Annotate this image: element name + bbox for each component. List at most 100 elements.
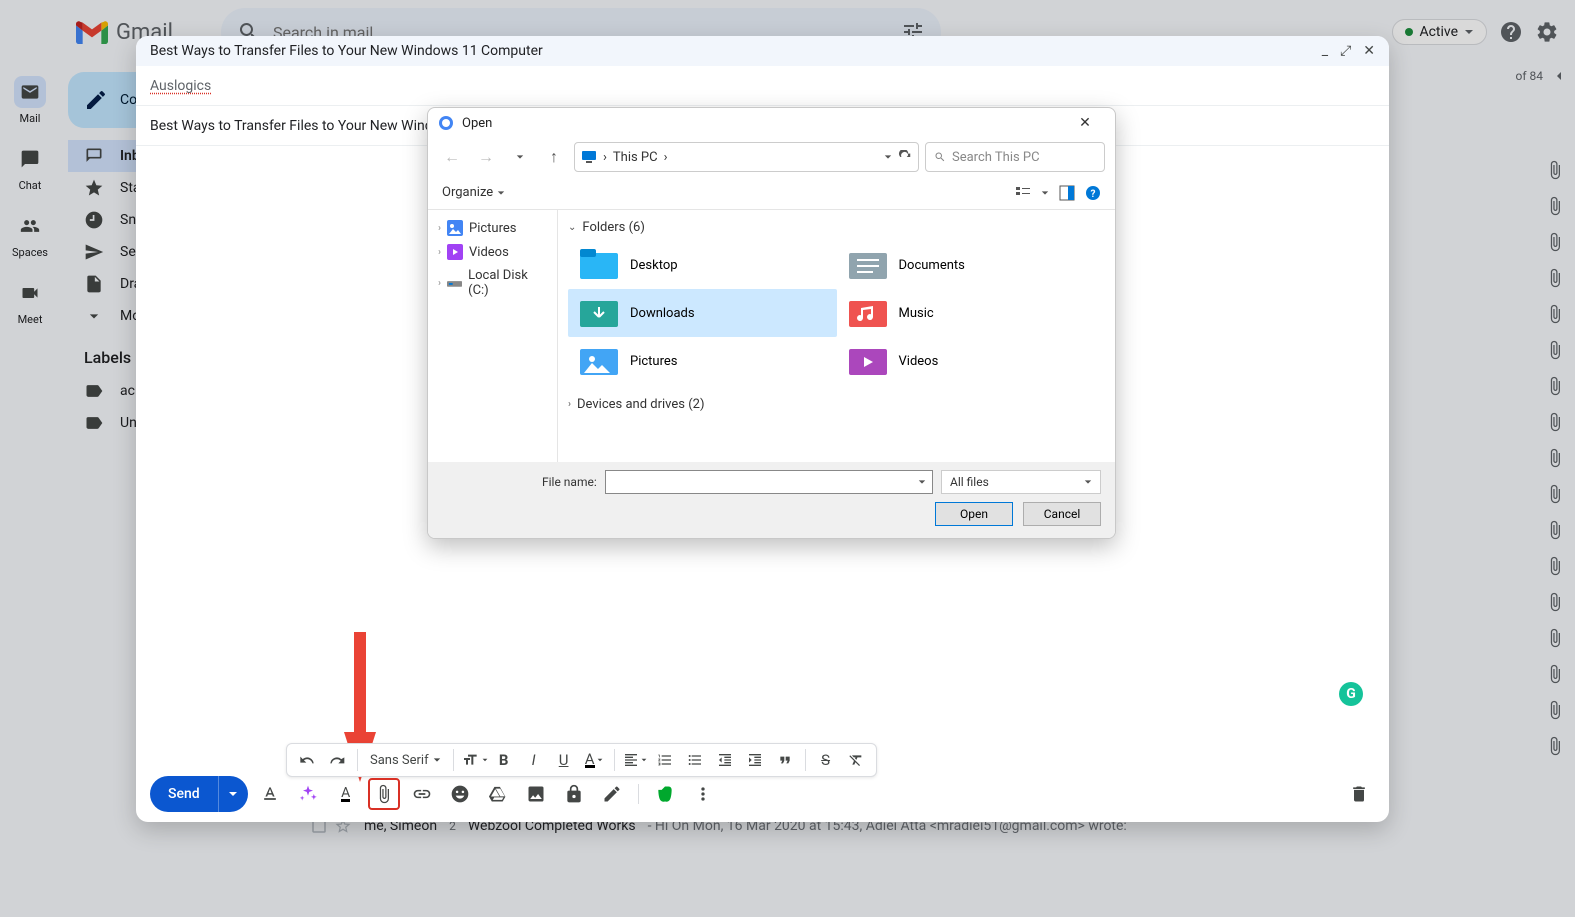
confidential-mode-button[interactable] [558, 778, 590, 810]
cancel-button[interactable]: Cancel [1023, 502, 1101, 526]
address-bar[interactable]: › This PC › [574, 142, 919, 172]
clock-icon [84, 210, 104, 230]
italic-button[interactable]: I [520, 746, 548, 774]
attach-file-button[interactable] [368, 778, 400, 810]
filename-input[interactable] [605, 470, 933, 494]
insert-emoji-button[interactable] [444, 778, 476, 810]
grammarly-icon[interactable]: G [1339, 682, 1363, 706]
bold-button[interactable]: B [490, 746, 518, 774]
recipient-chip[interactable]: Auslogics [150, 78, 211, 94]
redo-button[interactable] [323, 746, 351, 774]
text-color-button[interactable]: A [580, 746, 608, 774]
nav-up-button[interactable]: ↑ [540, 143, 568, 171]
folder-pictures[interactable]: Pictures [568, 337, 837, 385]
text-color-action-button[interactable]: A [330, 778, 362, 810]
strikethrough-button[interactable]: S [812, 746, 840, 774]
nav-forward-button[interactable]: → [472, 143, 500, 171]
folder-videos[interactable]: Videos [837, 337, 1106, 385]
formatting-toggle-button[interactable] [254, 778, 286, 810]
dialog-search[interactable]: Search This PC [925, 142, 1105, 172]
close-icon[interactable]: ✕ [1363, 43, 1375, 59]
nav-recent-button[interactable] [506, 143, 534, 171]
insert-link-button[interactable] [406, 778, 438, 810]
underline-button[interactable]: U [550, 746, 578, 774]
tree-item-videos[interactable]: ›Videos [428, 240, 557, 264]
dialog-nav: ← → ↑ › This PC › Search This PC [428, 138, 1115, 176]
filetype-select[interactable]: All files [941, 470, 1101, 494]
tree-item-pictures[interactable]: ›Pictures [428, 216, 557, 240]
videos-icon [447, 244, 463, 260]
attachment-icon [1545, 484, 1565, 504]
attachment-icon [1545, 304, 1565, 324]
open-button[interactable]: Open [935, 502, 1013, 526]
organize-menu[interactable]: Organize [442, 185, 505, 200]
chevron-left-icon[interactable] [1551, 68, 1567, 84]
chevron-down-icon[interactable] [884, 153, 892, 161]
nav-back-button[interactable]: ← [438, 143, 466, 171]
folder-downloads[interactable]: Downloads [568, 289, 837, 337]
attachment-icon [1545, 664, 1565, 684]
font-select[interactable]: Sans Serif [364, 746, 447, 774]
ai-suggest-button[interactable] [292, 778, 324, 810]
folder-music[interactable]: Music [837, 289, 1106, 337]
discard-draft-button[interactable] [1343, 778, 1375, 810]
meet-icon [20, 283, 40, 303]
expand-icon[interactable]: ⤢ [1340, 43, 1351, 59]
chevron-down-icon[interactable] [918, 478, 926, 486]
group-devices[interactable]: ›Devices and drives (2) [568, 397, 1105, 412]
dialog-bottom: File name: All files Open Cancel [428, 462, 1115, 538]
documents-folder-icon [847, 247, 889, 283]
attachment-icon [1545, 340, 1565, 360]
bulleted-list-button[interactable] [681, 746, 709, 774]
sidebar-label1-text: ac [120, 383, 135, 399]
insert-signature-button[interactable] [596, 778, 628, 810]
chat-icon [20, 149, 40, 169]
minimize-icon[interactable]: _ [1322, 43, 1328, 59]
folder-documents[interactable]: Documents [837, 241, 1106, 289]
sent-icon [84, 242, 104, 262]
dialog-titlebar[interactable]: Open ✕ [428, 108, 1115, 138]
more-options-button[interactable] [687, 778, 719, 810]
preview-pane-icon[interactable] [1059, 185, 1075, 201]
dialog-close-button[interactable]: ✕ [1065, 109, 1105, 137]
undo-button[interactable] [293, 746, 321, 774]
drive-icon [447, 275, 462, 291]
tree-item-localdisk[interactable]: ›Local Disk (C:) [428, 264, 557, 302]
star-icon [84, 178, 104, 198]
group-folders[interactable]: ⌄Folders (6) [568, 220, 1105, 235]
pc-icon [581, 149, 597, 165]
evernote-button[interactable] [649, 778, 681, 810]
paginator-text: of 84 [1516, 69, 1543, 83]
settings-icon[interactable] [1535, 20, 1559, 44]
compose-to-field[interactable]: Auslogics [136, 66, 1389, 106]
indent-more-button[interactable] [741, 746, 769, 774]
font-size-button[interactable] [460, 746, 488, 774]
header-right: Active [1392, 19, 1559, 45]
breadcrumb-item[interactable]: This PC [613, 150, 658, 165]
search-icon [934, 151, 946, 163]
file-open-dialog: Open ✕ ← → ↑ › This PC › Search This PC … [427, 107, 1116, 539]
align-button[interactable] [621, 746, 649, 774]
indent-less-button[interactable] [711, 746, 739, 774]
folder-desktop[interactable]: Desktop [568, 241, 837, 289]
refresh-icon[interactable] [898, 150, 912, 164]
status-badge[interactable]: Active [1392, 19, 1487, 45]
quote-button[interactable] [771, 746, 799, 774]
numbered-list-button[interactable] [651, 746, 679, 774]
remove-formatting-button[interactable] [842, 746, 870, 774]
send-button[interactable]: Send [150, 776, 248, 812]
folder-main: ⌄Folders (6) Desktop Documents Downloads… [558, 210, 1115, 462]
rail-item-mail[interactable]: Mail [14, 76, 46, 125]
rail-item-spaces[interactable]: Spaces [12, 210, 48, 259]
rail-item-meet[interactable]: Meet [14, 277, 46, 326]
rail-item-chat[interactable]: Chat [14, 143, 46, 192]
compose-title: Best Ways to Transfer Files to Your New … [150, 43, 543, 59]
help-icon[interactable]: ? [1085, 185, 1101, 201]
chevron-down-icon[interactable] [1041, 189, 1049, 197]
compose-titlebar[interactable]: Best Ways to Transfer Files to Your New … [136, 36, 1389, 66]
insert-photo-button[interactable] [520, 778, 552, 810]
help-icon[interactable] [1499, 20, 1523, 44]
view-options-icon[interactable] [1015, 185, 1031, 201]
insert-drive-button[interactable] [482, 778, 514, 810]
send-options-button[interactable] [218, 776, 248, 812]
